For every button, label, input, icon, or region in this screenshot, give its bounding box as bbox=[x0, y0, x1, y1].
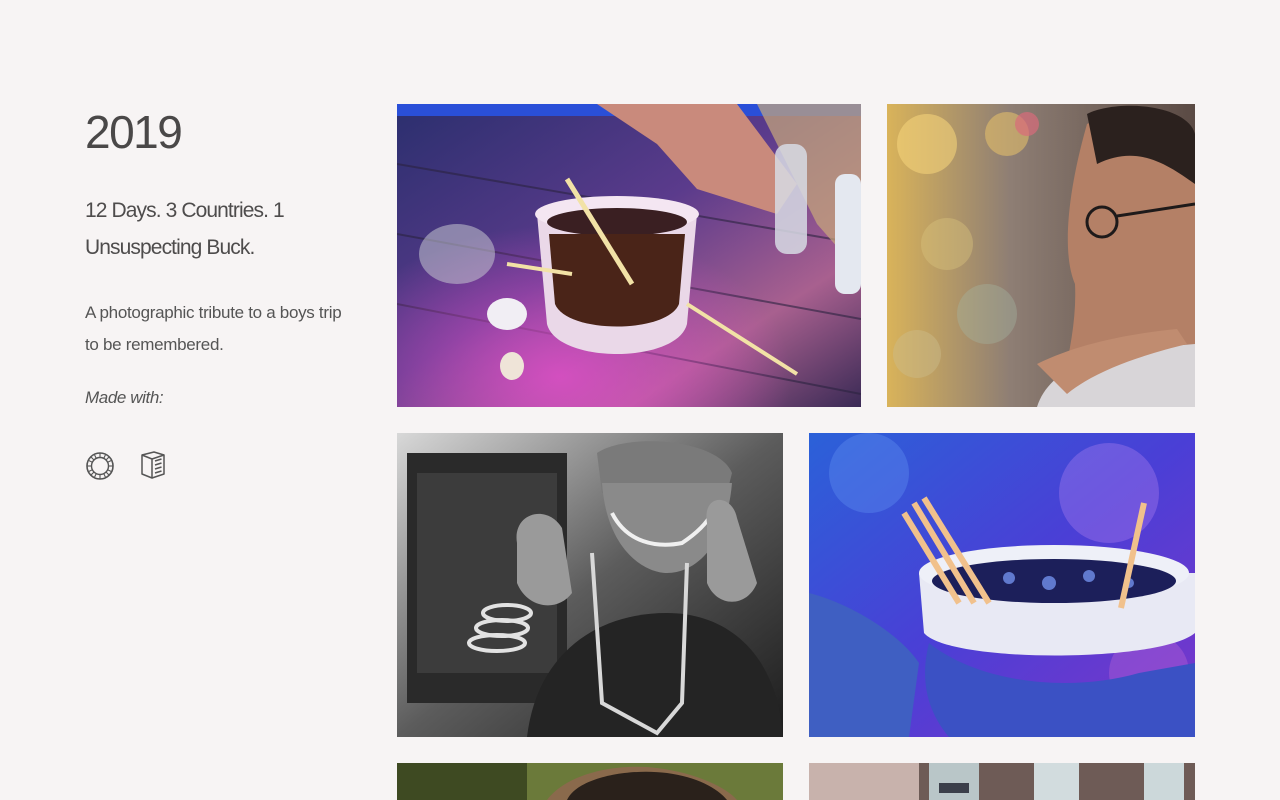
tagline: 12 Days. 3 Countries. 1 Unsuspecting Buc… bbox=[85, 199, 285, 259]
photo-man-glasses-portrait[interactable] bbox=[887, 104, 1195, 407]
photo-thumbs-up-bw[interactable] bbox=[397, 433, 783, 737]
tool-icons bbox=[85, 451, 345, 481]
year-heading: 2019 bbox=[85, 106, 183, 158]
photo-blue-bucket-straws[interactable] bbox=[809, 433, 1195, 737]
intro-panel: 2019 12 Days. 3 Countries. 1 Unsuspectin… bbox=[85, 104, 345, 481]
page: 2019 12 Days. 3 Countries. 1 Unsuspectin… bbox=[0, 0, 1280, 800]
vsco-icon[interactable] bbox=[85, 451, 115, 481]
photo-bucket-drink-table[interactable] bbox=[397, 104, 861, 407]
carrd-icon[interactable] bbox=[138, 451, 168, 481]
description: A photographic tribute to a boys trip to… bbox=[85, 303, 342, 354]
photo-bottles-partial[interactable] bbox=[809, 763, 1195, 800]
photo-man-portrait-partial[interactable] bbox=[397, 763, 783, 800]
made-with-label: Made with: bbox=[85, 388, 164, 407]
